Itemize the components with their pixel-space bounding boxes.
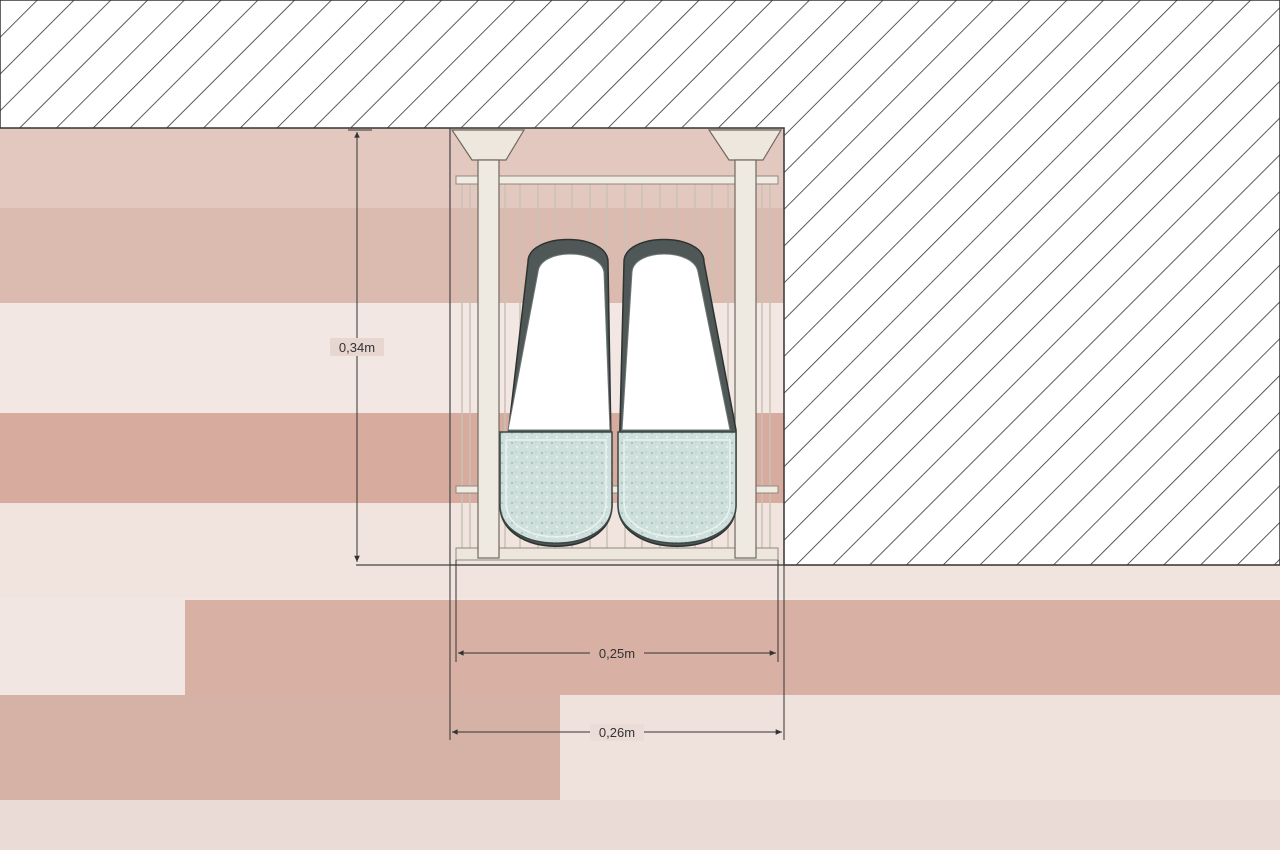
floor-plan-drawing: 0,34m 0,25m 0,26m bbox=[0, 0, 1280, 850]
rack-base bbox=[455, 547, 779, 561]
outer-width-label: 0,26m bbox=[599, 725, 635, 740]
inner-width-label: 0,25m bbox=[599, 646, 635, 661]
rack-top-bar bbox=[455, 175, 779, 185]
height-label: 0,34m bbox=[339, 340, 375, 355]
